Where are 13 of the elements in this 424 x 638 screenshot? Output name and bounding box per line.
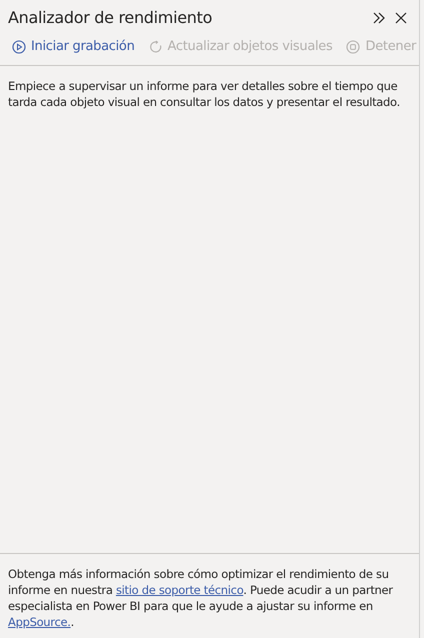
close-icon <box>395 12 407 24</box>
intro-text: Empiece a supervisar un informe para ver detalles sobre el tiempo que tarda cada objeto visual en consultar los datos y presentar el resultado. <box>7 78 401 110</box>
play-icon <box>12 40 26 54</box>
stop-icon <box>346 40 360 54</box>
double-chevron-icon <box>372 12 386 24</box>
link[interactable]: AppSource. <box>8 615 71 629</box>
panel-title: Analizador de rendimiento <box>8 7 212 29</box>
link[interactable]: sitio de soporte técnico <box>116 583 244 597</box>
refresh-icon <box>148 40 163 54</box>
collapse-button[interactable] <box>371 10 387 26</box>
footer-text: Obtenga más información sobre cómo optimizar el rendimiento de su informe en nuestra sitio de soporte técnico. Puede acudir a un partner especialista en Power BI para que le ayude a ajustar su informe en AppSource.. <box>0 553 419 638</box>
toolbar-button[interactable]: Iniciar grabación <box>12 36 135 56</box>
close-button[interactable] <box>393 10 409 26</box>
